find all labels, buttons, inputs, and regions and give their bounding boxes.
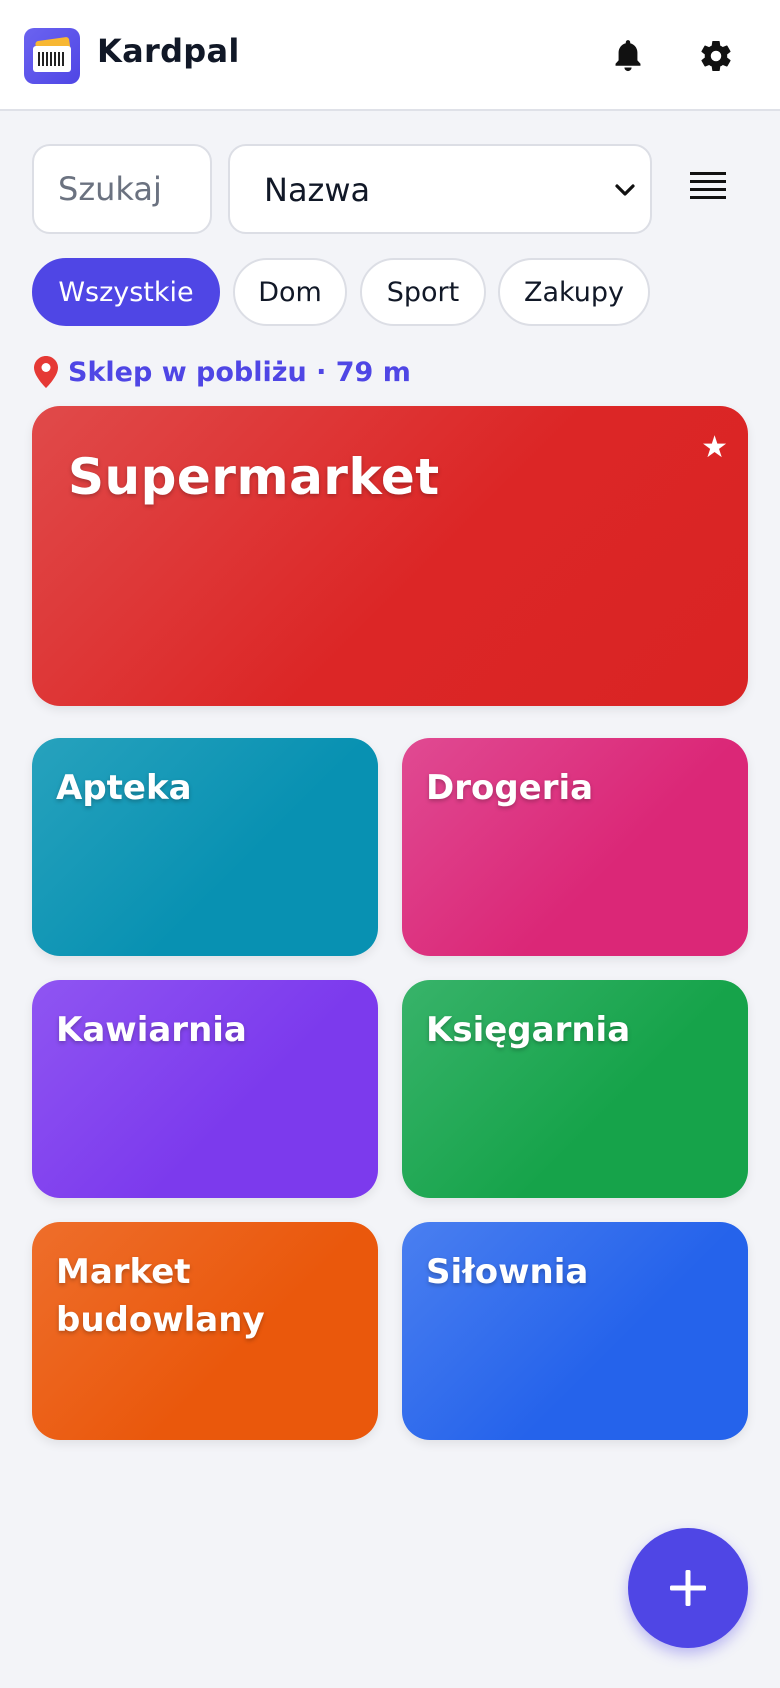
loyalty-card-kawiarnia[interactable]: Kawiarnia xyxy=(32,980,378,1198)
chip-label: Sport xyxy=(386,276,460,308)
loyalty-card-silownia[interactable]: Siłownia xyxy=(402,1222,748,1440)
nearby-store-banner[interactable]: Sklep w pobliżu · 79 m xyxy=(34,352,411,392)
chip-label: Dom xyxy=(258,276,322,308)
search-input[interactable] xyxy=(32,144,212,234)
app-screen: Kardpal Nazwa Wszystkie xyxy=(0,0,780,1688)
app-header: Kardpal xyxy=(0,0,780,111)
sort-selected-value: Nazwa xyxy=(264,171,371,209)
loyalty-card-market-budowlany[interactable]: Market budowlany xyxy=(32,1222,378,1440)
settings-button[interactable] xyxy=(696,36,736,76)
card-name: Market budowlany xyxy=(56,1252,265,1340)
app-title: Kardpal xyxy=(97,32,240,70)
filter-chip-zakupy[interactable]: Zakupy xyxy=(498,258,650,326)
filter-chip-sport[interactable]: Sport xyxy=(360,258,486,326)
loyalty-card-apteka[interactable]: Apteka xyxy=(32,738,378,956)
card-name: Księgarnia xyxy=(426,1010,631,1050)
card-name: Supermarket xyxy=(68,448,440,506)
chip-label: Wszystkie xyxy=(58,276,194,308)
sort-select[interactable]: Nazwa xyxy=(228,144,652,234)
map-pin-icon xyxy=(34,356,58,388)
plus-icon xyxy=(670,1570,706,1606)
star-icon[interactable]: ★ xyxy=(701,430,728,465)
loyalty-card-ksiegarnia[interactable]: Księgarnia xyxy=(402,980,748,1198)
add-card-button[interactable] xyxy=(628,1528,748,1648)
bell-icon xyxy=(615,40,641,72)
filter-chip-dom[interactable]: Dom xyxy=(233,258,347,326)
list-view-icon xyxy=(690,172,726,199)
card-name: Apteka xyxy=(56,768,192,808)
view-toggle-button[interactable] xyxy=(686,164,730,208)
loyalty-card-drogeria[interactable]: Drogeria xyxy=(402,738,748,956)
nearby-store-text: Sklep w pobliżu · 79 m xyxy=(68,356,411,388)
filter-chip-all[interactable]: Wszystkie xyxy=(32,258,220,326)
loyalty-card-barcode-icon xyxy=(24,28,80,84)
gear-icon xyxy=(701,41,731,72)
card-name: Siłownia xyxy=(426,1252,589,1292)
loyalty-card-supermarket[interactable]: Supermarket ★ xyxy=(32,406,748,706)
card-name: Drogeria xyxy=(426,768,594,808)
chip-label: Zakupy xyxy=(523,276,625,308)
chevron-down-icon xyxy=(615,184,635,196)
notifications-button[interactable] xyxy=(608,36,648,76)
card-name: Kawiarnia xyxy=(56,1010,247,1050)
